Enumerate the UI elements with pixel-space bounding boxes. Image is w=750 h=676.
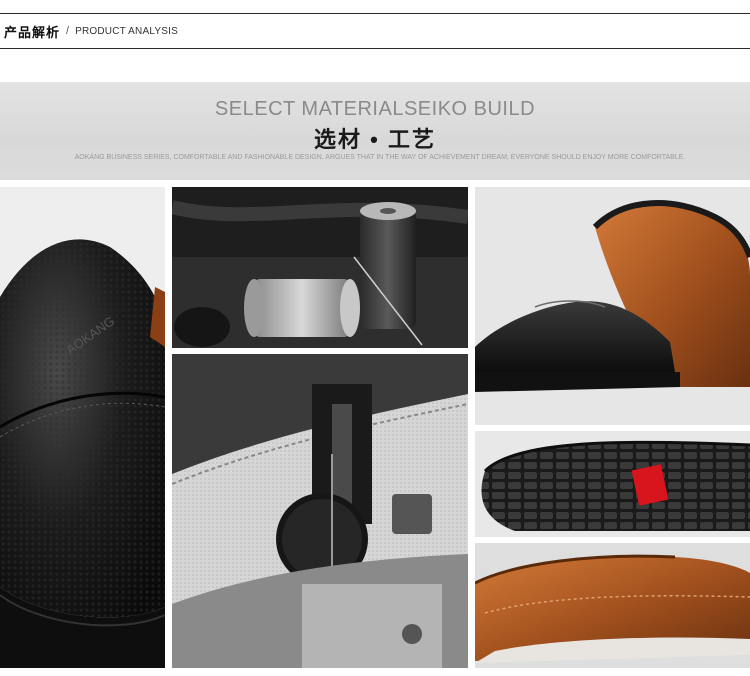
section-heading: 产品解析 / PRODUCT ANALYSIS: [4, 21, 178, 41]
photo-rubber-sole: [475, 431, 750, 537]
section-title-cn: 产品解析: [4, 24, 61, 40]
photo-thread-spools: [172, 187, 468, 348]
section-title-en: PRODUCT ANALYSIS: [75, 25, 178, 37]
banner-tagline: AOKANG BUSINESS SERIES, COMFORTABLE AND …: [74, 154, 686, 161]
material-banner: SELECT MATERIALSEIKO BUILD 选材 • 工艺 AOKAN…: [0, 82, 750, 180]
photo-brown-loafer: [475, 543, 750, 668]
banner-title-en: SELECT MATERIALSEIKO BUILD: [214, 98, 536, 120]
bottom-rule: [0, 48, 750, 49]
top-rule: [0, 13, 750, 14]
photo-black-loafer-closeup: AOKANG: [0, 187, 165, 668]
banner-title-cn: 选材 • 工艺: [314, 127, 436, 152]
photo-loafer-pair: [475, 187, 750, 425]
photo-sewing-machine: [172, 354, 468, 668]
section-title-separator: /: [66, 25, 70, 37]
